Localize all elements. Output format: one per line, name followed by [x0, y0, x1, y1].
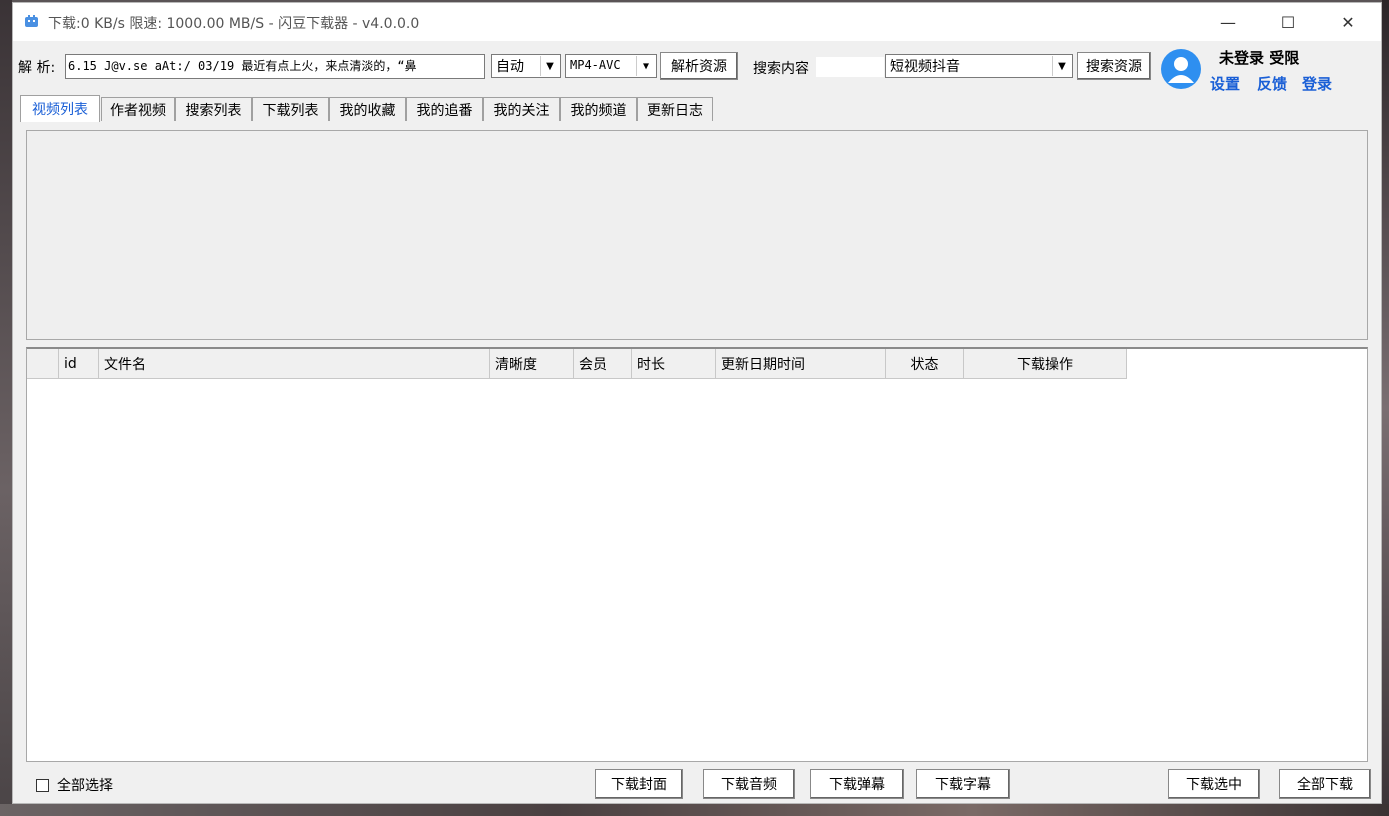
desktop-background-right [1382, 0, 1389, 816]
search-input[interactable] [816, 57, 884, 77]
format-select-value: MP4-AVC [570, 58, 621, 72]
app-logo-icon [25, 15, 38, 27]
download-audio-button[interactable]: 下载音频 [703, 769, 795, 799]
column-header-select[interactable] [27, 349, 59, 379]
desktop-background-bottom [0, 804, 1389, 816]
avatar[interactable] [1161, 49, 1201, 89]
close-icon: ✕ [1341, 12, 1355, 32]
file-table[interactable]: id 文件名 清晰度 会员 时长 更新日期时间 状态 下载操作 [26, 347, 1368, 762]
quality-select[interactable]: 自动 ▼ [491, 54, 561, 78]
download-cover-button[interactable]: 下载封面 [595, 769, 683, 799]
feedback-link[interactable]: 反馈 [1257, 73, 1287, 94]
select-all-label[interactable]: 全部选择 [57, 775, 113, 795]
footer-toolbar: 全部选择 下载封面 下载音频 下载弹幕 下载字幕 下载选中 全部下载 [13, 767, 1381, 803]
login-status: 未登录 受限 [1219, 49, 1300, 67]
tab-my-channels[interactable]: 我的频道 [560, 97, 637, 121]
quality-select-value: 自动 [496, 59, 524, 75]
column-header-status[interactable]: 状态 [886, 349, 964, 379]
chevron-down-icon[interactable]: ▼ [1052, 56, 1071, 76]
download-all-button[interactable]: 全部下载 [1279, 769, 1371, 799]
tab-search-list[interactable]: 搜索列表 [175, 97, 252, 121]
download-selected-button[interactable]: 下载选中 [1168, 769, 1260, 799]
window-title: 下载:0 KB/s 限速: 1000.00 MB/S - 闪豆下载器 - v4.… [48, 16, 420, 32]
column-header-id[interactable]: id [59, 349, 99, 379]
column-header-updated-at[interactable]: 更新日期时间 [716, 349, 886, 379]
tab-video-list[interactable]: 视频列表 [20, 95, 100, 122]
tab-update-log[interactable]: 更新日志 [637, 97, 713, 121]
tab-download-list[interactable]: 下载列表 [252, 97, 329, 121]
download-danmaku-button[interactable]: 下载弹幕 [810, 769, 904, 799]
tab-my-favorites[interactable]: 我的收藏 [329, 97, 406, 121]
minimize-icon: — [1220, 12, 1236, 32]
minimize-button[interactable]: — [1198, 3, 1258, 41]
parse-url-input[interactable]: 6.15 J@v.se aAt:/ 03/19 最近有点上火，来点清淡的，“鼻 [65, 54, 485, 79]
parse-label: 解 析: [18, 60, 56, 76]
format-select[interactable]: MP4-AVC ▼ [565, 54, 657, 78]
chevron-down-icon[interactable]: ▼ [636, 56, 655, 76]
video-preview-panel [26, 130, 1368, 340]
login-link[interactable]: 登录 [1302, 73, 1332, 94]
search-label: 搜索内容 [753, 61, 809, 77]
title-bar[interactable]: 下载:0 KB/s 限速: 1000.00 MB/S - 闪豆下载器 - v4.… [13, 3, 1381, 41]
column-header-duration[interactable]: 时长 [632, 349, 716, 379]
parse-resource-button[interactable]: 解析资源 [660, 52, 738, 80]
tab-author-videos[interactable]: 作者视频 [101, 97, 175, 121]
select-all-checkbox[interactable] [36, 779, 49, 792]
close-button[interactable]: ✕ [1318, 3, 1378, 41]
column-header-vip[interactable]: 会员 [574, 349, 632, 379]
tab-my-following-series[interactable]: 我的追番 [406, 97, 483, 121]
column-header-quality[interactable]: 清晰度 [490, 349, 574, 379]
column-header-download-action[interactable]: 下载操作 [964, 349, 1127, 379]
maximize-icon: ☐ [1280, 12, 1296, 32]
desktop-background-left [0, 0, 12, 816]
chevron-down-icon[interactable]: ▼ [540, 56, 559, 76]
search-source-value: 短视频抖音 [890, 59, 960, 75]
user-icon [1168, 57, 1194, 83]
settings-link[interactable]: 设置 [1210, 73, 1240, 94]
search-source-select[interactable]: 短视频抖音 ▼ [885, 54, 1073, 78]
tab-my-follows[interactable]: 我的关注 [483, 97, 560, 121]
column-header-filename[interactable]: 文件名 [99, 349, 490, 379]
app-window: 下载:0 KB/s 限速: 1000.00 MB/S - 闪豆下载器 - v4.… [12, 2, 1382, 804]
search-resource-button[interactable]: 搜索资源 [1077, 52, 1151, 80]
download-subtitle-button[interactable]: 下载字幕 [916, 769, 1010, 799]
maximize-button[interactable]: ☐ [1258, 3, 1318, 41]
